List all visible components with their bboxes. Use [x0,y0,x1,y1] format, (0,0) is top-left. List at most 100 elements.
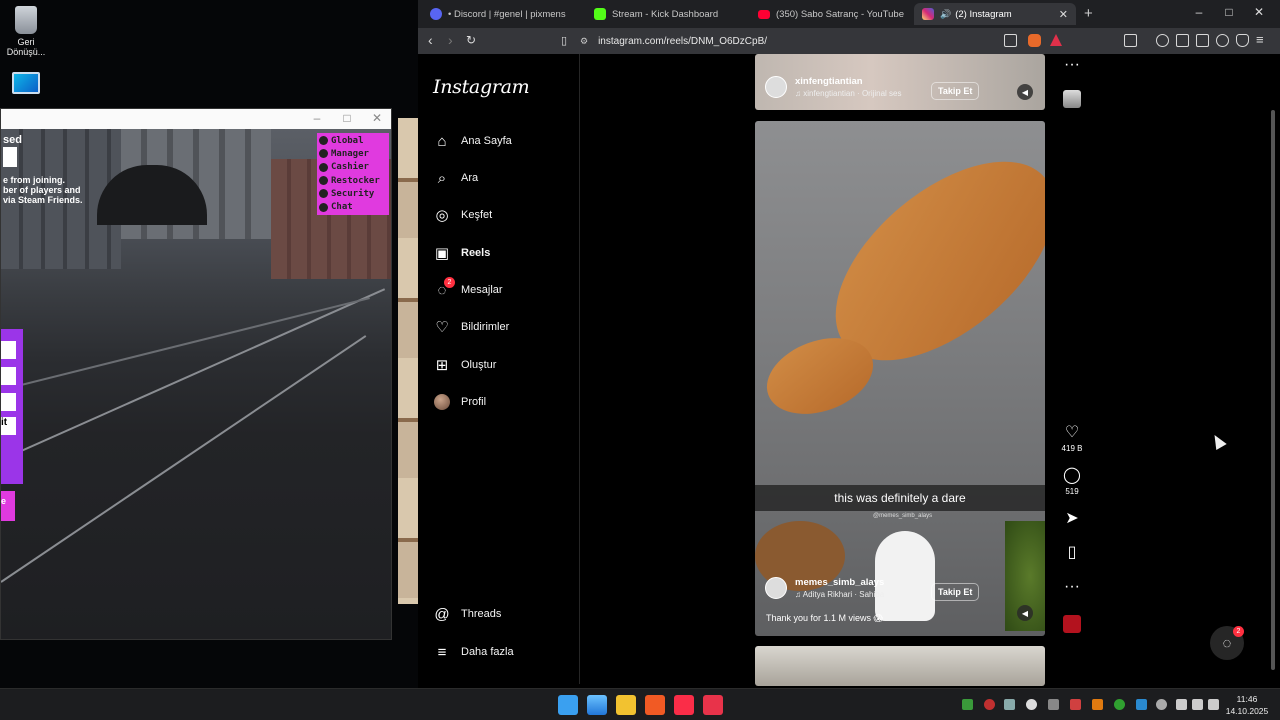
minimize-button[interactable]: – [1184,5,1214,19]
reel-music[interactable]: ♫ Aditya Rikhari · Sahiba [795,590,884,599]
close-button[interactable]: ✕ [365,111,389,125]
tray-icon[interactable] [1092,699,1103,710]
menu-icon[interactable]: ≡ [1256,32,1264,47]
brave-icon[interactable] [645,695,665,715]
maximize-button[interactable]: □ [1214,5,1244,19]
save-button[interactable]: ▯ [1058,544,1086,562]
audio-thumbnail[interactable] [1063,615,1081,633]
start-icon[interactable] [558,695,578,715]
brave-rewards-icon[interactable] [1050,34,1062,46]
wallet-icon[interactable] [1196,34,1209,47]
reel-author[interactable]: memes_simb_alays ♫ Aditya Rikhari · Sahi… [765,577,884,599]
panel-field[interactable] [1,367,16,385]
minimize-button[interactable]: – [305,111,329,125]
like-button[interactable]: ♡ 419 B [1058,424,1086,453]
role-security[interactable]: Security [319,187,387,200]
back-button[interactable]: ‹ [428,32,433,48]
role-global[interactable]: Global [319,134,387,147]
pink-button[interactable]: e [1,491,15,521]
leo-icon[interactable] [1216,34,1229,47]
comment-button[interactable]: ◯ 519 [1058,467,1086,496]
audio-thumbnail[interactable] [1063,90,1081,108]
nav-reels[interactable]: ▣ Reels [433,241,490,265]
tray-icon[interactable] [1070,699,1081,710]
share-button[interactable]: ➤ [1058,510,1086,528]
tray-icon[interactable] [984,699,995,710]
reel-username[interactable]: memes_simb_alays [795,577,884,588]
reel-username[interactable]: xinfengtiantian [795,76,902,87]
reader-icon[interactable] [1124,34,1137,47]
follow-button[interactable]: Takip Et [931,82,980,100]
this-pc-icon[interactable] [0,72,54,97]
nav-more[interactable]: ≡ Daha fazla [433,640,514,664]
battery-icon[interactable] [1208,699,1219,710]
nav-notifications[interactable]: ♡ Bildirimler [433,315,509,339]
reel-next[interactable] [755,646,1045,686]
role-chat[interactable]: Chat [319,200,387,213]
url-field[interactable]: ⚙ instagram.com/reels/DNM_O6DzCpB/ [580,31,1060,51]
nav-messages[interactable]: ◌ 2 Mesajlar [433,277,503,302]
tray-icon[interactable] [1114,699,1125,710]
vpn-icon[interactable] [1236,34,1249,47]
follow-button[interactable]: Takip Et [931,583,980,601]
game-viewport[interactable]: sed e from joining. ber of players and v… [1,129,391,639]
music-app-icon[interactable] [674,695,694,715]
screen-icon[interactable] [1004,34,1017,47]
browser-window[interactable]: • Discord | #genel | pixmens Stream - Ki… [418,0,1280,688]
game-titlebar[interactable]: – □ ✕ [1,109,391,129]
sidebar-icon[interactable] [1176,34,1189,47]
scrollbar[interactable] [1270,110,1276,670]
panel-field[interactable] [1,393,16,411]
more-options[interactable]: ··· [1058,578,1086,596]
scrollbar-thumb[interactable] [1271,110,1275,670]
tray-icon[interactable] [1136,699,1147,710]
nav-search[interactable]: ⌕ Ara [433,166,478,190]
brave-shield-icon[interactable] [1028,34,1041,47]
file-explorer-icon[interactable] [616,695,636,715]
nav-profile[interactable]: Profil [433,390,486,414]
widgets-icon[interactable] [587,695,607,715]
tab-discord[interactable]: • Discord | #genel | pixmens [422,3,582,25]
speaker-icon[interactable]: ◀ [1017,84,1033,100]
streamer-app-icon[interactable] [703,695,723,715]
network-icon[interactable] [1176,699,1187,710]
more-options-top[interactable]: ··· [1058,56,1086,74]
game-window[interactable]: – □ ✕ sed e from joining. ber of players… [0,108,392,640]
close-tab-icon[interactable]: ✕ [1059,8,1068,21]
tab-youtube[interactable]: (350) Sabo Satranç - YouTube [750,3,910,25]
nav-explore[interactable]: ◎ Keşfet [433,203,492,227]
role-manager[interactable]: Manager [319,147,387,160]
speaker-icon[interactable]: ◀ [1017,605,1033,621]
tray-icon[interactable] [1026,699,1037,710]
nav-home[interactable]: ⌂ Ana Sayfa [433,129,511,153]
steam-icon[interactable] [1004,699,1015,710]
new-tab-button[interactable]: + [1084,5,1093,22]
close-window-button[interactable]: ✕ [1244,5,1274,19]
reel-current[interactable]: this was definitely a dare @memes_simb_a… [755,121,1045,636]
bookmark-icon[interactable]: ▯ [561,34,567,47]
panel-field[interactable] [1,341,16,359]
role-restocker[interactable]: Restocker [319,174,387,187]
music-icon[interactable] [1156,34,1169,47]
maximize-button[interactable]: □ [335,111,359,125]
reel-caption[interactable]: Thank you for 1.1 M views 😱 [766,613,883,624]
reel-previous[interactable]: xinfengtiantian ♫ xinfengtiantian · Orij… [755,54,1045,110]
forward-button[interactable]: › [448,32,453,48]
instagram-logo[interactable]: Instagram [433,76,530,98]
panel-submit[interactable]: it [1,417,16,435]
tab-instagram[interactable]: 🔊 (2) Instagram ✕ [914,3,1076,25]
site-info-icon[interactable]: ⚙ [580,36,588,47]
volume-icon[interactable] [1192,699,1203,710]
role-cashier[interactable]: Cashier [319,161,387,174]
reel-music[interactable]: ♫ xinfengtiantian · Orijinal ses [795,89,902,98]
reel-author[interactable]: xinfengtiantian ♫ xinfengtiantian · Orij… [765,76,902,98]
tray-icon[interactable] [962,699,973,710]
clock[interactable]: 11:46 14.10.2025 [1222,693,1272,717]
tray-icon[interactable] [1048,699,1059,710]
nav-threads[interactable]: @ Threads [433,602,501,626]
tab-kick[interactable]: Stream - Kick Dashboard [586,3,746,25]
recycle-bin-icon[interactable]: Geri Dönüşü... [0,6,54,57]
reload-button[interactable]: ↻ [466,33,476,47]
microphone-icon[interactable] [1156,699,1167,710]
nav-create[interactable]: ⊞ Oluştur [433,353,497,377]
